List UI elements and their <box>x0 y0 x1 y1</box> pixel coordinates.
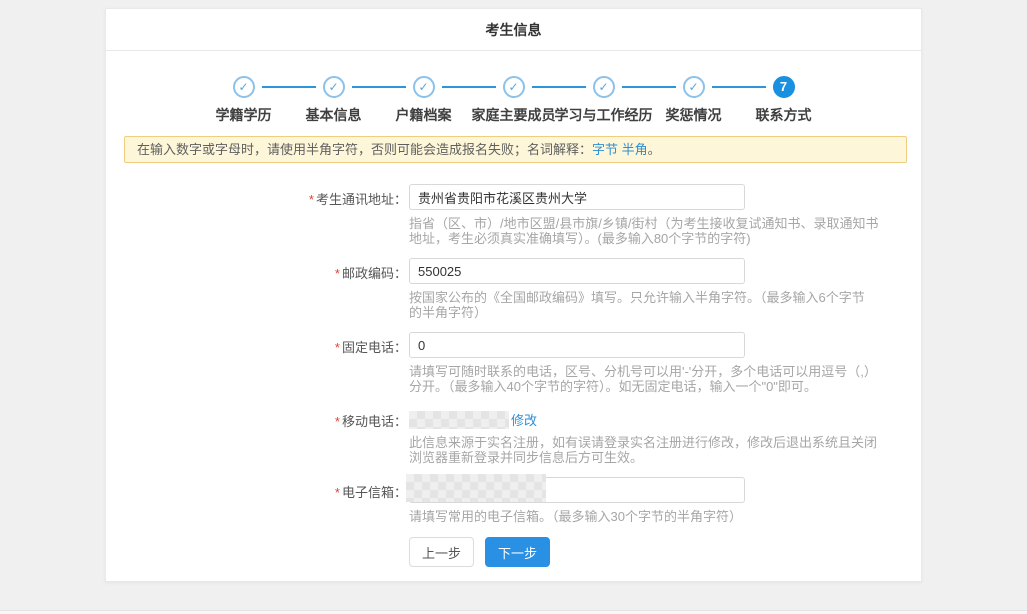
step-connector <box>262 86 316 88</box>
check-icon: ✓ <box>508 78 518 96</box>
landline-hint: 请填写可随时联系的电话，区号、分机号可以用'-'分开，多个电话可以用逗号（,） … <box>409 364 877 394</box>
step-item-household[interactable]: ✓ 户籍档案 <box>413 76 435 98</box>
contact-form: *考生通讯地址： 指省（区、市）/地市区盟/县市旗/乡镇/街村（为考生接收复试通… <box>106 184 921 567</box>
step-check-circle: ✓ <box>683 76 705 98</box>
email-label: *电子信箱： <box>106 477 409 524</box>
modify-mobile-link[interactable]: 修改 <box>511 413 537 428</box>
postcode-label: *邮政编码： <box>106 258 409 320</box>
step-connector <box>442 86 496 88</box>
postcode-input[interactable] <box>409 258 745 284</box>
step-label: 学习与工作经历 <box>555 105 653 125</box>
step-check-circle: ✓ <box>503 76 525 98</box>
required-asterisk: * <box>335 485 340 500</box>
step-item-rewards[interactable]: ✓ 奖惩情况 <box>683 76 705 98</box>
previous-step-button[interactable]: 上一步 <box>409 537 474 567</box>
email-row: *电子信箱： 请填写常用的电子信箱。（最多输入30个字节的半角字符） <box>106 477 921 524</box>
step-connector <box>622 86 676 88</box>
mobile-hint: 此信息来源于实名注册，如有误请登录实名注册进行修改，修改后退出系统且关闭 浏览器… <box>409 435 877 465</box>
notice-banner: 在输入数字或字母时，请使用半角字符，否则可能会造成报名失败；名词解释：字节 半角… <box>124 136 907 163</box>
redacted-email-value <box>406 474 546 502</box>
step-item-family[interactable]: ✓ 家庭主要成员 <box>503 76 525 98</box>
address-input[interactable] <box>409 184 745 210</box>
step-connector <box>712 86 766 88</box>
required-asterisk: * <box>335 266 340 281</box>
address-row: *考生通讯地址： 指省（区、市）/地市区盟/县市旗/乡镇/街村（为考生接收复试通… <box>106 184 921 246</box>
required-asterisk: * <box>309 192 314 207</box>
landline-input[interactable] <box>409 332 745 358</box>
check-icon: ✓ <box>328 78 338 96</box>
candidate-info-card: 考生信息 ✓ 学籍学历 ✓ 基本信息 ✓ 户籍档案 ✓ 家庭主要成员 ✓ 学习与… <box>105 8 922 582</box>
page-footer-edge <box>0 610 1027 614</box>
step-number-circle: 7 <box>773 76 795 98</box>
step-check-circle: ✓ <box>593 76 615 98</box>
step-connector <box>532 86 586 88</box>
redacted-mobile-number <box>409 411 509 429</box>
byte-definition-link[interactable]: 字节 <box>592 142 618 157</box>
check-icon: ✓ <box>418 78 428 96</box>
check-icon: ✓ <box>688 78 698 96</box>
address-label: *考生通讯地址： <box>106 184 409 246</box>
address-hint: 指省（区、市）/地市区盟/县市旗/乡镇/街村（为考生接收复试通知书、录取通知书 … <box>409 216 878 246</box>
step-item-school-record[interactable]: ✓ 学籍学历 <box>233 76 255 98</box>
mobile-label: *移动电话： <box>106 406 409 465</box>
step-label: 基本信息 <box>306 105 362 125</box>
required-asterisk: * <box>335 414 340 429</box>
landline-row: *固定电话： 请填写可随时联系的电话，区号、分机号可以用'-'分开，多个电话可以… <box>106 332 921 394</box>
step-label: 家庭主要成员 <box>472 105 556 125</box>
required-asterisk: * <box>335 340 340 355</box>
postcode-row: *邮政编码： 按国家公布的《全国邮政编码》填写。只允许输入半角字符。（最多输入6… <box>106 258 921 320</box>
step-check-circle: ✓ <box>233 76 255 98</box>
step-label: 学籍学历 <box>216 105 272 125</box>
step-label: 奖惩情况 <box>666 105 722 125</box>
step-label: 联系方式 <box>756 105 812 125</box>
step-connector <box>352 86 406 88</box>
step-item-contact[interactable]: 7 联系方式 <box>773 76 795 98</box>
stepper: ✓ 学籍学历 ✓ 基本信息 ✓ 户籍档案 ✓ 家庭主要成员 ✓ 学习与工作经历 … <box>106 76 921 128</box>
step-item-basic-info[interactable]: ✓ 基本信息 <box>323 76 345 98</box>
notice-text-end: 。 <box>648 142 661 157</box>
email-hint: 请填写常用的电子信箱。（最多输入30个字节的半角字符） <box>409 509 745 524</box>
step-item-experience[interactable]: ✓ 学习与工作经历 <box>593 76 615 98</box>
step-label: 户籍档案 <box>396 105 452 125</box>
step-check-circle: ✓ <box>323 76 345 98</box>
step-check-circle: ✓ <box>413 76 435 98</box>
halfwidth-definition-link[interactable]: 半角 <box>622 142 648 157</box>
landline-label: *固定电话： <box>106 332 409 394</box>
next-step-button[interactable]: 下一步 <box>485 537 550 567</box>
button-row: 上一步 下一步 <box>409 537 921 567</box>
postcode-hint: 按国家公布的《全国邮政编码》填写。只允许输入半角字符。（最多输入6个字节 的半角… <box>409 290 865 320</box>
check-icon: ✓ <box>598 78 608 96</box>
check-icon: ✓ <box>238 78 248 96</box>
mobile-row: *移动电话： 修改 此信息来源于实名注册，如有误请登录实名注册进行修改，修改后退… <box>106 406 921 465</box>
notice-text: 在输入数字或字母时，请使用半角字符，否则可能会造成报名失败；名词解释： <box>137 142 592 157</box>
page-title: 考生信息 <box>106 9 921 51</box>
